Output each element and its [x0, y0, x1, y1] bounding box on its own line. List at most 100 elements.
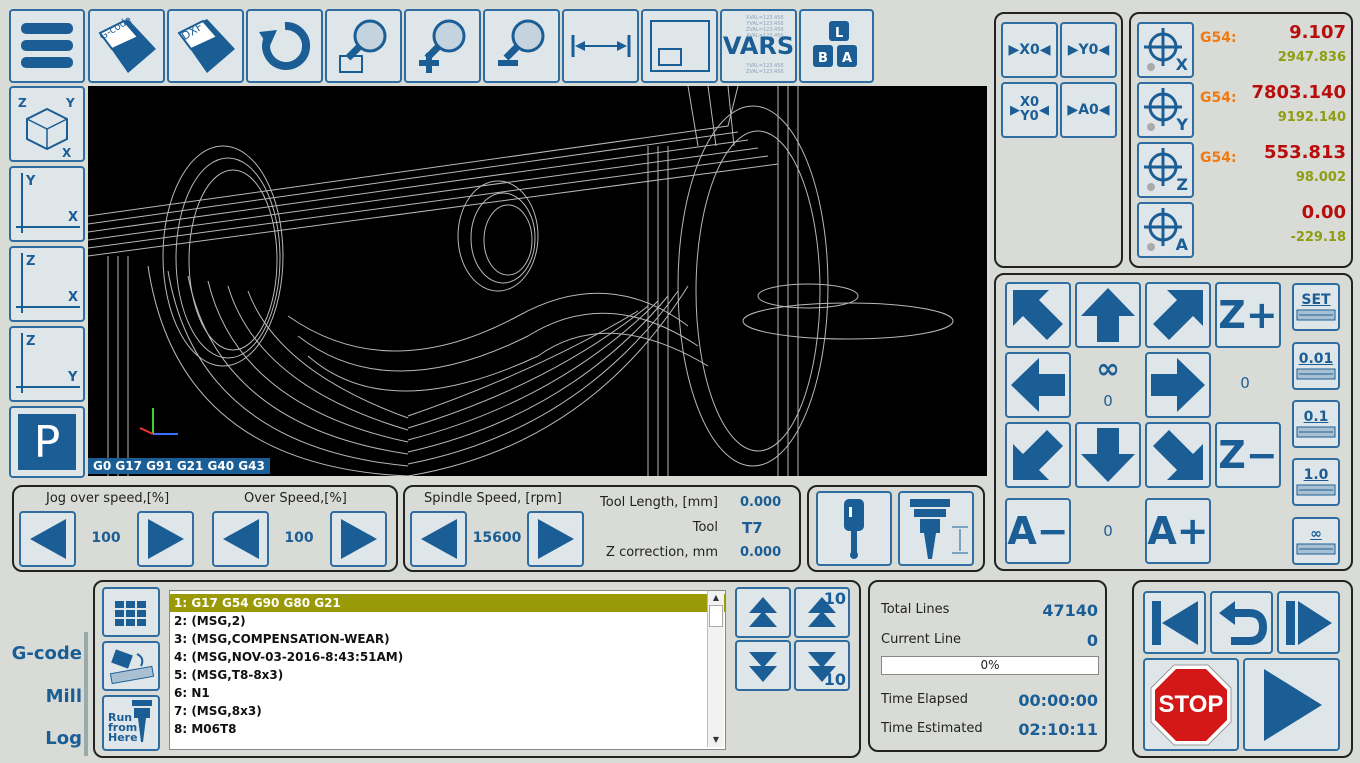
keyboard-button[interactable]: LBA: [799, 9, 874, 83]
probe-button[interactable]: [816, 491, 892, 566]
dro-zero-z-button[interactable]: Z: [1137, 142, 1194, 198]
jog-a-minus-button[interactable]: A−: [1005, 498, 1071, 564]
vars-button[interactable]: XVAL=123.456 YVAL=123.456 ZVAL=123.456 AVAL…: [720, 9, 797, 83]
jog-speed-decrease-button[interactable]: [19, 511, 76, 567]
window-view-button[interactable]: [641, 9, 718, 83]
zoom-in-button[interactable]: [404, 9, 481, 83]
page-down-button[interactable]: 10: [794, 640, 850, 691]
scroll-down-arrow[interactable]: ▼: [708, 733, 724, 747]
jog-z-plus-button[interactable]: Z+: [1215, 282, 1281, 348]
dro-zero-y-button[interactable]: Y: [1137, 82, 1194, 138]
undo-button[interactable]: [1210, 591, 1273, 654]
jog-up-left-button[interactable]: [1005, 282, 1071, 348]
tab-mill[interactable]: Mill: [0, 686, 82, 707]
open-gcode-button[interactable]: G-code: [88, 9, 165, 83]
toolpath-drawing: [88, 86, 954, 476]
arrow-down-left-icon: [1013, 430, 1063, 480]
rewind-icon: [1151, 600, 1198, 645]
tool-measure-button[interactable]: [898, 491, 974, 566]
block-delete-button[interactable]: [102, 641, 160, 691]
gcode-line[interactable]: 7: (MSG,8x3): [170, 702, 725, 720]
jog-step-label: SET: [1301, 292, 1331, 308]
zy-v-label: Z: [26, 334, 35, 349]
time-elapsed-label: Time Elapsed: [881, 692, 969, 707]
jog-step-0-button[interactable]: SET: [1292, 283, 1340, 331]
line-up-button[interactable]: [735, 587, 791, 638]
xy-v-label: Y: [25, 174, 36, 189]
spindle-increase-button[interactable]: [527, 511, 584, 567]
total-lines-value: 47140: [1042, 601, 1098, 620]
park-button[interactable]: P: [9, 406, 85, 478]
jog-down-right-button[interactable]: [1145, 422, 1211, 488]
axis-triad: [139, 408, 178, 435]
gcode-scrollbar[interactable]: ▲ ▼: [707, 591, 724, 747]
tab-gcode[interactable]: G-code: [0, 643, 82, 664]
rewind-button[interactable]: [1143, 591, 1206, 654]
open-dxf-button[interactable]: DXF: [167, 9, 244, 83]
vars-label: VARS: [722, 32, 795, 60]
zero-xy-bottom-label: Y0: [1020, 109, 1039, 124]
arrow-down-right-icon: [1153, 430, 1203, 480]
step-forward-button[interactable]: [1277, 591, 1340, 654]
z-step-value: 0: [1240, 374, 1250, 392]
zero-y-button[interactable]: ▶ Y0 ◀: [1060, 22, 1117, 78]
jog-up-button[interactable]: [1075, 282, 1141, 348]
tool-length-value: 0.000: [740, 495, 782, 510]
gcode-line[interactable]: 2: (MSG,2): [170, 612, 725, 630]
toolpath-viewport[interactable]: G0 G17 G91 G21 G40 G43: [88, 86, 987, 476]
jog-down-button[interactable]: [1075, 422, 1141, 488]
run-from-here-button[interactable]: Run from Here: [102, 695, 160, 751]
spindle-decrease-button[interactable]: [410, 511, 467, 567]
gcode-listing[interactable]: 1: G17 G54 G90 G80 G21 2: (MSG,2) 3: (MSG,…: [169, 590, 726, 750]
jog-right-button[interactable]: [1145, 352, 1211, 418]
grid-toggle-button[interactable]: [102, 587, 160, 637]
jog-down-left-button[interactable]: [1005, 422, 1071, 488]
view-zy-button[interactable]: ZY: [9, 326, 85, 402]
line-down-button[interactable]: [735, 640, 791, 691]
zoom-fit-button[interactable]: [325, 9, 402, 83]
view-zx-button[interactable]: ZX: [9, 246, 85, 322]
gcode-line[interactable]: 6: N1: [170, 684, 725, 702]
tool-measure-icon: [910, 498, 968, 559]
gcode-line[interactable]: 5: (MSG,T8-8x3): [170, 666, 725, 684]
z-correction-label: Z correction, mm: [606, 545, 718, 560]
view-xy-button[interactable]: YX: [9, 166, 85, 242]
ruler-icon: [109, 649, 155, 685]
zoom-out-button[interactable]: [483, 9, 560, 83]
ruler-scale-icon: [1296, 484, 1336, 496]
jog-step-3-button[interactable]: 1.0: [1292, 458, 1340, 506]
menu-button[interactable]: [9, 9, 85, 83]
jog-z-minus-button[interactable]: Z−: [1215, 422, 1281, 488]
cycle-start-button[interactable]: [1243, 658, 1340, 751]
jog-over-speed-label: Jog over speed,[%]: [46, 491, 170, 506]
gcode-line[interactable]: 8: M06T8: [170, 720, 725, 738]
measure-button[interactable]: [562, 9, 639, 83]
scroll-thumb[interactable]: [709, 605, 723, 627]
jog-step-2-button[interactable]: 0.1: [1292, 400, 1340, 448]
zero-x-button[interactable]: ▶ X0 ◀: [1001, 22, 1058, 78]
jog-step-1-button[interactable]: 0.01: [1292, 342, 1340, 390]
gcode-line[interactable]: 4: (MSG,NOV-03-2016-8:43:51AM): [170, 648, 725, 666]
over-speed-decrease-button[interactable]: [212, 511, 269, 567]
gcode-line[interactable]: 1: G17 G54 G90 G80 G21: [170, 594, 725, 612]
reload-button[interactable]: [246, 9, 323, 83]
zero-xy-button[interactable]: ▶ X0 Y0 ◀: [1001, 82, 1058, 138]
jog-step-4-button[interactable]: ∞: [1292, 517, 1340, 565]
spindle-speed-label: Spindle Speed, [rpm]: [424, 491, 562, 506]
over-speed-increase-button[interactable]: [330, 511, 387, 567]
tab-strip-separator: [84, 632, 88, 756]
jog-left-button[interactable]: [1005, 352, 1071, 418]
view-iso-button[interactable]: Z Y X: [9, 86, 85, 162]
page-up-button[interactable]: 10: [794, 587, 850, 638]
dro-zero-a-button[interactable]: A: [1137, 202, 1194, 258]
jog-a-plus-button[interactable]: A+: [1145, 498, 1211, 564]
stop-button[interactable]: STOP: [1143, 658, 1239, 751]
jog-up-right-button[interactable]: [1145, 282, 1211, 348]
scroll-up-arrow[interactable]: ▲: [708, 591, 724, 605]
tab-log[interactable]: Log: [0, 728, 82, 749]
spindle-speed-value: 15600: [472, 530, 522, 546]
gcode-line[interactable]: 3: (MSG,COMPENSATION-WEAR): [170, 630, 725, 648]
dro-zero-x-button[interactable]: X: [1137, 22, 1194, 78]
jog-speed-increase-button[interactable]: [137, 511, 194, 567]
zero-a-button[interactable]: ▶ A0 ◀: [1060, 82, 1117, 138]
